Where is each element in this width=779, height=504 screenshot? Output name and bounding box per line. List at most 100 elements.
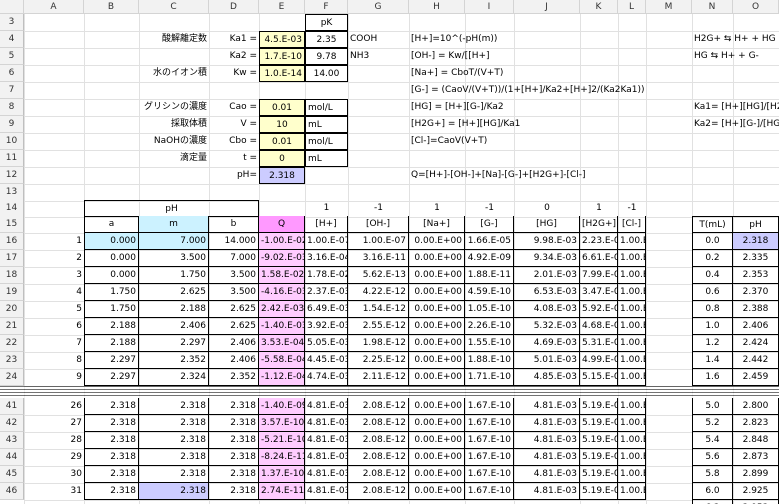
table-cell[interactable]: 2.625 xyxy=(139,284,209,301)
row-header-3[interactable]: 3 xyxy=(0,14,24,31)
table-cell[interactable]: 2.318 xyxy=(139,415,209,432)
row-header-6[interactable]: 6 xyxy=(0,65,24,82)
table-cell[interactable]: 5.19.E-03 xyxy=(580,415,618,432)
table-cell[interactable]: 4.81.E-03 xyxy=(514,449,580,466)
row-header-15[interactable]: 15 xyxy=(0,216,24,233)
table-cell[interactable]: 2.23.E-07 xyxy=(580,233,618,250)
table-cell[interactable]: 4.85.E-03 xyxy=(514,369,580,386)
coefficient-cell[interactable]: 1 xyxy=(409,200,465,217)
row-header-10[interactable]: 10 xyxy=(0,133,24,150)
column-header-m[interactable]: M xyxy=(646,0,692,14)
titration-ph-cell[interactable]: 2.848 xyxy=(733,432,779,449)
row-header-11[interactable]: 11 xyxy=(0,150,24,167)
table-cell[interactable]: 0.00.E+00 xyxy=(409,318,465,335)
table-cell[interactable]: 2.08.E-12 xyxy=(348,432,409,449)
table-cell[interactable]: 0.00.E+00 xyxy=(409,483,465,500)
table-cell[interactable]: 3.47.E-03 xyxy=(580,284,618,301)
titration-volume-cell[interactable]: 0.6 xyxy=(692,284,733,301)
titration-volume-cell[interactable]: 1.6 xyxy=(692,369,733,386)
table-cell[interactable]: -5.21.E-10 xyxy=(259,432,305,449)
constant-value-cell[interactable]: 4.5.E-03 xyxy=(259,31,305,48)
table-cell[interactable]: 1.00.E-02 xyxy=(618,369,646,386)
titration-ph-cell[interactable]: 2.388 xyxy=(733,301,779,318)
titration-ph-cell[interactable]: 2.899 xyxy=(733,466,779,483)
column-header-k[interactable]: K xyxy=(580,0,618,14)
titration-ph-cell[interactable]: 2.925 xyxy=(733,483,779,500)
table-cell[interactable]: 1.00.E-02 xyxy=(618,398,646,415)
table-cell[interactable]: 2.25.E-12 xyxy=(348,352,409,369)
table-cell[interactable]: 3.500 xyxy=(209,267,259,284)
table-cell[interactable]: 3.16.E-11 xyxy=(348,250,409,267)
titration-volume-cell[interactable]: 5.4 xyxy=(692,432,733,449)
column-header-o[interactable]: O xyxy=(733,0,779,14)
table-cell[interactable]: 2.625 xyxy=(209,318,259,335)
table-cell[interactable]: 5.19.E-03 xyxy=(580,398,618,415)
row-header-42[interactable]: 42 xyxy=(0,415,24,432)
titration-ph-cell[interactable]: 2.335 xyxy=(733,250,779,267)
table-cell[interactable]: 2.352 xyxy=(139,352,209,369)
table-cell[interactable]: 2.406 xyxy=(139,318,209,335)
titration-ph-cell[interactable]: 2.459 xyxy=(733,369,779,386)
row-header-24[interactable]: 24 xyxy=(0,369,24,386)
table-cell[interactable]: 2.55.E-12 xyxy=(348,318,409,335)
table-cell[interactable]: -9.02.E-03 xyxy=(259,250,305,267)
table-cell[interactable]: 2.74.E-11 xyxy=(259,483,305,500)
table-cell[interactable]: 1.00.E-02 xyxy=(618,352,646,369)
table-cell[interactable]: 1.00.E-02 xyxy=(618,449,646,466)
table-cell[interactable]: 4.99.E-03 xyxy=(580,352,618,369)
table-cell[interactable]: 2.297 xyxy=(139,335,209,352)
column-header-h[interactable]: H xyxy=(409,0,465,14)
row-header-9[interactable]: 9 xyxy=(0,116,24,133)
titration-ph-cell[interactable]: 2.370 xyxy=(733,284,779,301)
coefficient-cell[interactable]: 1 xyxy=(305,200,348,217)
constant-value-cell[interactable]: 1.7.E-10 xyxy=(259,48,305,65)
titration-volume-cell[interactable]: 1.4 xyxy=(692,352,733,369)
table-cell[interactable]: 5.32.E-03 xyxy=(514,318,580,335)
table-cell[interactable]: 2.08.E-12 xyxy=(348,466,409,483)
table-cell[interactable]: 4.81.E-03 xyxy=(305,483,348,500)
row-header-22[interactable]: 22 xyxy=(0,335,24,352)
row-header-41[interactable]: 41 xyxy=(0,398,24,415)
table-cell[interactable]: 4.81.E-03 xyxy=(514,466,580,483)
column-header-i[interactable]: I xyxy=(465,0,514,14)
table-cell[interactable]: -5.58.E-04 xyxy=(259,352,305,369)
titration-ph-cell[interactable]: 2.823 xyxy=(733,415,779,432)
column-header-d[interactable]: D xyxy=(209,0,259,14)
row-header-17[interactable]: 17 xyxy=(0,250,24,267)
titration-ph-cell[interactable]: 2.424 xyxy=(733,335,779,352)
table-cell[interactable]: 2.297 xyxy=(84,369,139,386)
table-cell[interactable]: 0.00.E+00 xyxy=(409,284,465,301)
table-cell[interactable]: 2.625 xyxy=(209,301,259,318)
table-cell[interactable]: 0.00.E+00 xyxy=(409,335,465,352)
row-header-20[interactable]: 20 xyxy=(0,301,24,318)
table-cell[interactable]: 2.37.E-03 xyxy=(305,284,348,301)
table-cell[interactable]: 0.000 xyxy=(84,250,139,267)
row-header-43[interactable]: 43 xyxy=(0,432,24,449)
row-header-45[interactable]: 45 xyxy=(0,466,24,483)
table-cell[interactable]: 3.500 xyxy=(139,250,209,267)
table-cell[interactable]: 2.318 xyxy=(139,483,209,500)
table-cell[interactable]: 7.000 xyxy=(209,250,259,267)
table-cell[interactable]: 0.000 xyxy=(84,233,139,250)
pk-value-cell[interactable]: 14.00 xyxy=(305,65,348,82)
column-header-l[interactable]: L xyxy=(618,0,646,14)
table-cell[interactable]: 1.00.E-02 xyxy=(618,415,646,432)
row-header-8[interactable]: 8 xyxy=(0,99,24,116)
table-cell[interactable]: 2.318 xyxy=(84,483,139,500)
row-header-7[interactable]: 7 xyxy=(0,82,24,99)
table-cell[interactable]: 5.31.E-03 xyxy=(580,335,618,352)
pk-value-cell[interactable]: 2.35 xyxy=(305,31,348,48)
table-cell[interactable]: 2.11.E-12 xyxy=(348,369,409,386)
table-cell[interactable]: 2.318 xyxy=(209,449,259,466)
table-cell[interactable]: 1.05.E-10 xyxy=(465,301,514,318)
titration-ph-cell[interactable]: 2.442 xyxy=(733,352,779,369)
table-cell[interactable]: 4.45.E-03 xyxy=(305,352,348,369)
titration-volume-cell[interactable]: 6.0 xyxy=(692,483,733,500)
table-cell[interactable]: 1.54.E-12 xyxy=(348,301,409,318)
table-cell[interactable]: 5.19.E-03 xyxy=(580,432,618,449)
table-cell[interactable]: 1.67.E-10 xyxy=(465,483,514,500)
column-header-g[interactable]: G xyxy=(348,0,409,14)
table-cell[interactable]: 6.49.E-03 xyxy=(305,301,348,318)
titration-ph-cell[interactable]: 2.318 xyxy=(733,233,779,250)
table-cell[interactable]: 1.00.E-02 xyxy=(618,267,646,284)
